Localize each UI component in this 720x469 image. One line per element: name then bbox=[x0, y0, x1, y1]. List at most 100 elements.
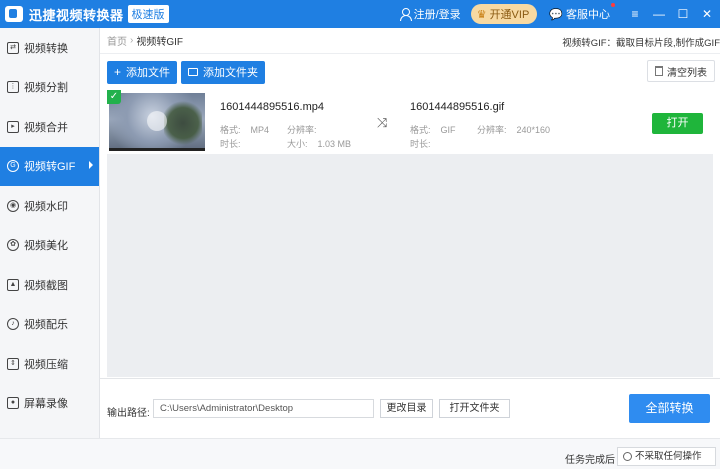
service-label: 客服中心 bbox=[566, 9, 610, 21]
target-file-name: 1601444895516.gif bbox=[410, 101, 505, 113]
output-path-field[interactable]: C:\Users\Administrator\Desktop bbox=[153, 399, 374, 418]
record-icon: ● bbox=[7, 397, 19, 410]
format-value: MP4 bbox=[250, 125, 270, 135]
sidebar-item-video-to-gif[interactable]: G 视频转GIF bbox=[0, 146, 99, 186]
breadcrumb-current: 视频转GIF bbox=[136, 37, 184, 48]
thumbnail-tree bbox=[164, 99, 202, 147]
sidebar-item-label: 视频转换 bbox=[24, 42, 68, 55]
open-folder-button[interactable]: 打开文件夹 bbox=[439, 399, 510, 418]
check-icon[interactable]: ✓ bbox=[107, 90, 121, 104]
target-duration: 时长: bbox=[410, 137, 441, 150]
convert-all-button[interactable]: 全部转换 bbox=[629, 394, 710, 423]
status-bar: 任务完成后 不采取任何操作 bbox=[0, 438, 720, 469]
folder-icon bbox=[188, 68, 199, 76]
video-convert-icon: ⇄ bbox=[7, 41, 19, 54]
breadcrumb: 首页 › 视频转GIF 视频转GIF：截取目标片段,制作成GIF bbox=[100, 28, 720, 54]
sidebar-item-label: 屏幕录像 bbox=[24, 398, 68, 411]
sidebar-item-music[interactable]: ♪ 视频配乐 bbox=[0, 305, 99, 345]
sidebar-item-video-convert[interactable]: ⇄ 视频转换 bbox=[0, 28, 99, 68]
format-label: 格式: bbox=[410, 125, 431, 135]
sidebar-item-label: 视频水印 bbox=[24, 200, 68, 213]
sidebar-item-label: 视频压缩 bbox=[24, 358, 68, 371]
target-resolution: 分辨率: 240*160 bbox=[477, 123, 550, 136]
sidebar-item-label: 视频截图 bbox=[24, 279, 68, 292]
app-title: 迅捷视频转换器 bbox=[29, 7, 124, 23]
video-thumbnail[interactable] bbox=[109, 93, 205, 151]
service-center-link[interactable]: 💬 客服中心 bbox=[549, 3, 615, 22]
sidebar-item-video-merge[interactable]: ▸ 视频合并 bbox=[0, 107, 99, 147]
user-icon bbox=[399, 8, 412, 21]
titlebar-actions: 注册/登录 ♛ 开通VIP 💬 客服中心 ≡ — ☐ ✕ bbox=[399, 0, 720, 28]
video-split-icon: ⋮ bbox=[7, 81, 19, 94]
feature-hint: 视频转GIF：截取目标片段,制作成GIF bbox=[562, 38, 720, 49]
sidebar-item-screenshot[interactable]: ▲ 视频截图 bbox=[0, 265, 99, 305]
format-label: 格式: bbox=[220, 125, 241, 135]
edition-badge: 极速版 bbox=[127, 5, 169, 23]
notification-dot bbox=[611, 3, 615, 7]
output-path-label: 输出路径: bbox=[107, 408, 150, 419]
play-icon[interactable] bbox=[147, 111, 167, 131]
file-list: ✓ 1601444895516.mp4 格式: MP4 分辨率: 时长: 大小: 1… bbox=[107, 90, 713, 377]
resolution-label: 分辨率: bbox=[287, 125, 317, 135]
output-bar: 输出路径: C:\Users\Administrator\Desktop 更改目… bbox=[100, 378, 720, 438]
sidebar-item-label: 视频美化 bbox=[24, 240, 68, 253]
title-bar: 迅捷视频转换器 极速版 注册/登录 ♛ 开通VIP 💬 客服中心 ≡ — ☐ ✕ bbox=[0, 0, 720, 28]
plus-icon: + bbox=[114, 65, 122, 79]
sidebar-item-video-split[interactable]: ⋮ 视频分割 bbox=[0, 68, 99, 108]
watermark-icon: ◉ bbox=[7, 199, 19, 212]
vip-label: 开通VIP bbox=[489, 9, 530, 21]
sidebar-item-label: 视频配乐 bbox=[24, 319, 68, 332]
add-file-label: 添加文件 bbox=[126, 67, 171, 79]
main-panel: 首页 › 视频转GIF 视频转GIF：截取目标片段,制作成GIF + 添加文件 … bbox=[100, 28, 720, 438]
size-label: 大小: bbox=[287, 139, 308, 149]
login-link[interactable]: 注册/登录 bbox=[399, 6, 461, 22]
thumbnail-bar bbox=[109, 148, 205, 151]
open-button[interactable]: 打开 bbox=[652, 113, 703, 134]
source-file-name: 1601444895516.mp4 bbox=[220, 101, 324, 113]
sidebar-item-label: 视频分割 bbox=[24, 82, 68, 95]
music-icon: ♪ bbox=[7, 318, 19, 331]
clear-list-button[interactable]: 清空列表 bbox=[647, 60, 715, 82]
sidebar-item-beautify[interactable]: ✿ 视频美化 bbox=[0, 226, 99, 266]
video-merge-icon: ▸ bbox=[7, 120, 19, 133]
menu-icon[interactable]: ≡ bbox=[624, 7, 646, 21]
file-toolbar: + 添加文件 添加文件夹 清空列表 bbox=[100, 54, 720, 90]
file-row[interactable]: ✓ 1601444895516.mp4 格式: MP4 分辨率: 时长: 大小: 1… bbox=[107, 90, 713, 154]
source-resolution: 分辨率: bbox=[287, 123, 327, 136]
resolution-value: 240*160 bbox=[516, 125, 551, 135]
compress-icon: ⇕ bbox=[7, 357, 19, 370]
minimize-button[interactable]: — bbox=[648, 7, 670, 21]
vip-button[interactable]: ♛ 开通VIP bbox=[470, 4, 538, 24]
after-task-select[interactable]: 不采取任何操作 bbox=[617, 447, 716, 466]
active-arrow-icon bbox=[89, 160, 93, 169]
change-directory-button[interactable]: 更改目录 bbox=[380, 399, 433, 418]
close-button[interactable]: ✕ bbox=[696, 7, 718, 21]
screenshot-icon: ▲ bbox=[7, 278, 19, 291]
sidebar-item-label: 视频合并 bbox=[24, 121, 68, 134]
source-duration: 时长: bbox=[220, 137, 251, 150]
breadcrumb-home[interactable]: 首页 bbox=[107, 33, 127, 48]
clear-list-label: 清空列表 bbox=[667, 67, 707, 79]
sidebar: ⇄ 视频转换 ⋮ 视频分割 ▸ 视频合并 G 视频转GIF ◉ 视频水印 ✿ 视… bbox=[0, 28, 100, 438]
format-value: GIF bbox=[440, 125, 456, 135]
login-label: 注册/登录 bbox=[413, 9, 461, 21]
add-folder-button[interactable]: 添加文件夹 bbox=[181, 60, 266, 84]
breadcrumb-separator: › bbox=[130, 35, 134, 46]
crown-icon: ♛ bbox=[476, 8, 487, 21]
trash-icon bbox=[655, 66, 663, 76]
sidebar-item-screen-record[interactable]: ● 屏幕录像 bbox=[0, 384, 99, 424]
convert-arrow-icon: ⤨ bbox=[377, 115, 388, 130]
sidebar-item-label: 视频转GIF bbox=[24, 161, 76, 174]
target-format: 格式: GIF bbox=[410, 123, 456, 136]
source-size: 大小: 1.03 MB bbox=[287, 137, 351, 150]
add-folder-label: 添加文件夹 bbox=[203, 67, 259, 79]
maximize-button[interactable]: ☐ bbox=[672, 7, 694, 21]
sidebar-item-compress[interactable]: ⇕ 视频压缩 bbox=[0, 344, 99, 384]
sidebar-item-watermark[interactable]: ◉ 视频水印 bbox=[0, 186, 99, 226]
gif-icon: G bbox=[7, 160, 19, 173]
chat-icon: 💬 bbox=[549, 8, 563, 21]
after-task-label: 任务完成后 bbox=[565, 455, 615, 466]
size-value: 1.03 MB bbox=[317, 139, 352, 149]
add-file-button[interactable]: + 添加文件 bbox=[107, 60, 178, 84]
duration-label: 时长: bbox=[410, 139, 431, 149]
